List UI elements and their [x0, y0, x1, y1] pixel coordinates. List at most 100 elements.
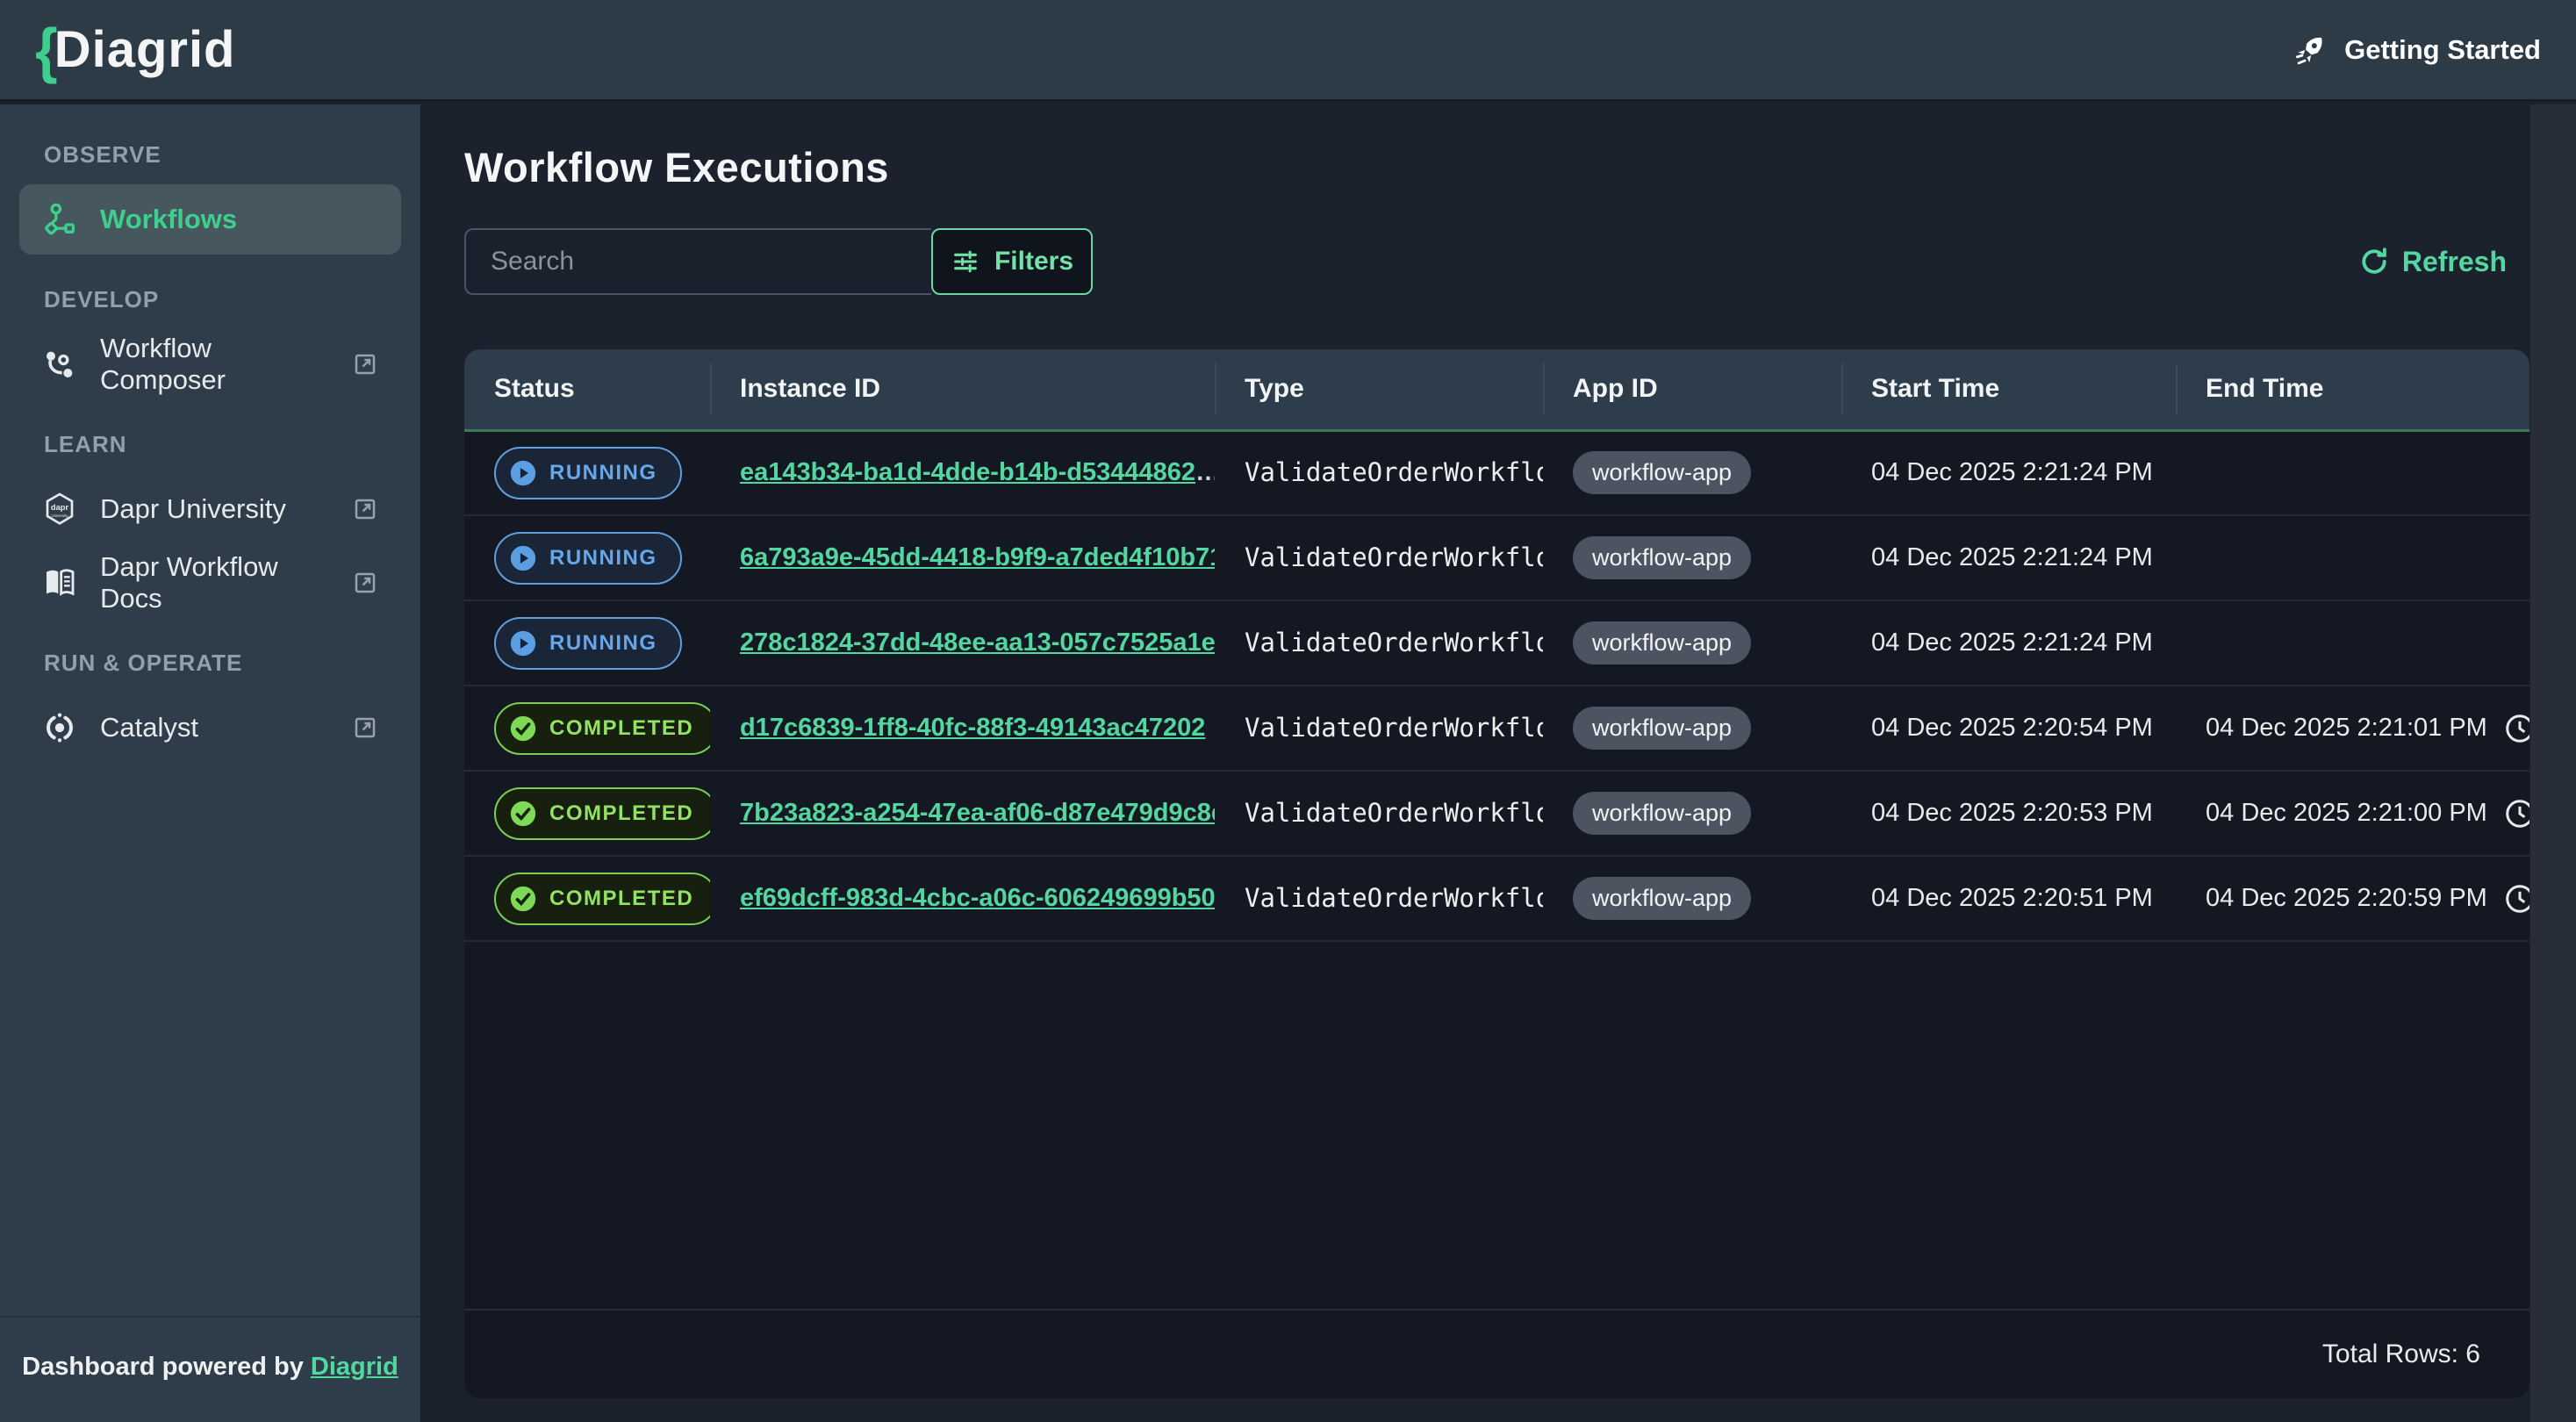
sidebar-item-catalyst[interactable]: Catalyst: [19, 693, 401, 763]
start-time-cell: 04 Dec 2025 2:20:53 PM: [1841, 771, 2176, 856]
getting-started-button[interactable]: Getting Started: [2293, 32, 2541, 68]
workflow-executions-table: Status Instance ID Type App ID Start Tim…: [464, 349, 2529, 942]
sidebar-item-label: Dapr University: [100, 493, 286, 525]
svg-text:dapr: dapr: [51, 503, 69, 512]
app-id-chip: workflow-app: [1573, 536, 1751, 579]
sidebar-item-label: Catalyst: [100, 712, 198, 743]
workflow-executions-table-card: Status Instance ID Type App ID Start Tim…: [464, 349, 2529, 1398]
status-badge: COMPLETED: [494, 873, 710, 925]
app-id-chip: workflow-app: [1573, 451, 1751, 494]
table-row[interactable]: RUNNING 278c1824-37dd-48ee-aa13-057c7525…: [464, 600, 2529, 686]
play-circle-icon: [508, 458, 538, 488]
instance-id-link[interactable]: 7b23a823-a254-47ea-af06-d87e479d9c8d: [740, 799, 1215, 827]
app-id-cell: workflow-app: [1543, 515, 1841, 600]
instance-id-cell: ea143b34-ba1d-4dde-b14b-d53444862…: [710, 430, 1215, 515]
type-cell: ValidateOrderWorkflow: [1215, 600, 1543, 686]
app-id-chip: workflow-app: [1573, 877, 1751, 920]
table-footer: Total Rows: 6: [464, 1309, 2529, 1398]
sliders-icon: [951, 247, 980, 276]
type-cell: ValidateOrderWorkflow: [1215, 430, 1543, 515]
svg-text:University: University: [52, 514, 69, 518]
column-header-status: Status: [464, 349, 710, 430]
table-row[interactable]: COMPLETED 7b23a823-a254-47ea-af06-d87e47…: [464, 771, 2529, 856]
status-cell: RUNNING: [464, 600, 710, 686]
status-badge: COMPLETED: [494, 702, 710, 755]
section-label-observe: OBSERVE: [19, 141, 401, 169]
sidebar-footer: Dashboard powered by Diagrid: [0, 1316, 420, 1422]
filters-button[interactable]: Filters: [931, 228, 1093, 295]
sidebar: OBSERVE Workflows DEVELOP Workflow Compo…: [0, 104, 422, 1422]
controls-row: Filters Refresh: [464, 228, 2529, 295]
section-label-learn: LEARN: [19, 431, 401, 458]
getting-started-label: Getting Started: [2344, 34, 2541, 66]
table-row[interactable]: COMPLETED d17c6839-1ff8-40fc-88f3-49143a…: [464, 686, 2529, 771]
refresh-button[interactable]: Refresh: [2358, 246, 2507, 278]
sidebar-item-label: Workflow Composer: [100, 333, 329, 396]
table-row[interactable]: RUNNING 6a793a9e-45dd-4418-b9f9-a7ded4f1…: [464, 515, 2529, 600]
section-label-run-operate: RUN & OPERATE: [19, 650, 401, 677]
status-cell: RUNNING: [464, 515, 710, 600]
status-badge: RUNNING: [494, 532, 682, 585]
instance-id-link[interactable]: d17c6839-1ff8-40fc-88f3-49143ac47202: [740, 714, 1205, 742]
clock-icon: [2503, 797, 2529, 830]
status-cell: COMPLETED: [464, 686, 710, 771]
instance-id-link[interactable]: ea143b34-ba1d-4dde-b14b-d53444862: [740, 458, 1195, 486]
start-time-cell: 04 Dec 2025 2:20:51 PM: [1841, 856, 2176, 941]
instance-id-cell: 278c1824-37dd-48ee-aa13-057c7525a1ef: [710, 600, 1215, 686]
status-cell: COMPLETED: [464, 771, 710, 856]
app-id-cell: workflow-app: [1543, 771, 1841, 856]
status-badge: RUNNING: [494, 617, 682, 670]
external-link-icon: [352, 351, 378, 377]
table-empty-area: [464, 942, 2529, 1309]
main-content: Workflow Executions Filters Refresh: [424, 104, 2576, 1422]
status-badge: RUNNING: [494, 447, 682, 499]
app-id-chip: workflow-app: [1573, 707, 1751, 750]
sidebar-item-dapr-university[interactable]: dapr University Dapr University: [19, 474, 401, 544]
dapr-university-icon: dapr University: [42, 492, 77, 527]
column-header-instance-id: Instance ID: [710, 349, 1215, 430]
instance-id-link[interactable]: ef69dcff-983d-4cbc-a06c-606249699b50: [740, 884, 1215, 912]
column-header-type: Type: [1215, 349, 1543, 430]
instance-id-link[interactable]: 278c1824-37dd-48ee-aa13-057c7525a1ef: [740, 628, 1215, 657]
table-row[interactable]: RUNNING ea143b34-ba1d-4dde-b14b-d5344486…: [464, 430, 2529, 515]
app-id-chip: workflow-app: [1573, 792, 1751, 835]
play-circle-icon: [508, 543, 538, 573]
app-id-cell: workflow-app: [1543, 686, 1841, 771]
check-circle-icon: [508, 714, 538, 743]
table-row[interactable]: COMPLETED ef69dcff-983d-4cbc-a06c-606249…: [464, 856, 2529, 941]
column-header-start-time: Start Time: [1841, 349, 2176, 430]
refresh-icon: [2358, 246, 2390, 277]
start-time-cell: 04 Dec 2025 2:21:24 PM: [1841, 515, 2176, 600]
status-badge: COMPLETED: [494, 787, 710, 840]
end-time-cell: 04 Dec 2025 2:20:59 PM: [2176, 856, 2529, 941]
start-time-cell: 04 Dec 2025 2:21:24 PM: [1841, 600, 2176, 686]
clock-icon: [2503, 882, 2529, 916]
catalyst-icon: [42, 710, 77, 745]
end-time-cell: 04 Dec 2025 2:21:01 PM: [2176, 686, 2529, 771]
app-id-chip: workflow-app: [1573, 621, 1751, 664]
type-cell: ValidateOrderWorkflow: [1215, 686, 1543, 771]
diagrid-logo[interactable]: { Diagrid: [35, 20, 236, 79]
sidebar-item-workflows[interactable]: Workflows: [19, 184, 401, 255]
truncation-ellipsis: …: [1195, 458, 1215, 486]
instance-id-cell: d17c6839-1ff8-40fc-88f3-49143ac47202: [710, 686, 1215, 771]
diagrid-footer-link[interactable]: Diagrid: [311, 1353, 398, 1381]
check-circle-icon: [508, 884, 538, 914]
section-label-develop: DEVELOP: [19, 286, 401, 313]
instance-id-link[interactable]: 6a793a9e-45dd-4418-b9f9-a7ded4f10b71: [740, 543, 1215, 571]
status-cell: COMPLETED: [464, 856, 710, 941]
app-id-cell: workflow-app: [1543, 856, 1841, 941]
top-navbar: { Diagrid Getting Started: [0, 0, 2576, 102]
search-input[interactable]: [464, 228, 931, 295]
type-cell: ValidateOrderWorkflow: [1215, 856, 1543, 941]
logo-brace-icon: {: [35, 19, 58, 80]
start-time-cell: 04 Dec 2025 2:21:24 PM: [1841, 430, 2176, 515]
play-circle-icon: [508, 628, 538, 658]
clock-icon: [2503, 712, 2529, 745]
sidebar-item-dapr-workflow-docs[interactable]: Dapr Workflow Docs: [19, 548, 401, 618]
app-id-cell: workflow-app: [1543, 600, 1841, 686]
page-title: Workflow Executions: [464, 143, 2576, 191]
sidebar-item-workflow-composer[interactable]: Workflow Composer: [19, 329, 401, 399]
rocket-icon: [2293, 32, 2330, 68]
scrollbar-track[interactable]: [2530, 104, 2576, 1422]
